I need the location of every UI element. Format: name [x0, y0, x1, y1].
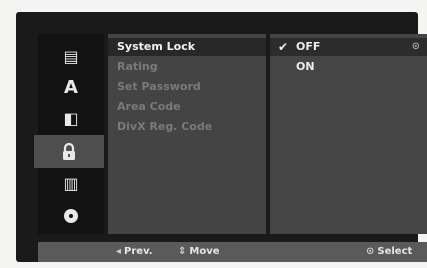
lock-icon	[63, 142, 75, 160]
menu-item-area-code[interactable]: Area Code	[108, 98, 266, 116]
hint-move: ⇕ Move	[178, 242, 220, 262]
option-on[interactable]: ON	[270, 58, 427, 76]
category-others[interactable]: ▥	[38, 167, 104, 200]
hint-select-label: Select	[377, 246, 413, 257]
category-language[interactable]: A	[38, 71, 104, 104]
language-icon: A	[64, 76, 78, 98]
up-down-arrow-icon: ⇕	[178, 246, 187, 257]
audio-icon: ◧	[63, 108, 79, 128]
category-lock[interactable]	[34, 135, 104, 168]
menu-item-system-lock[interactable]: System Lock	[108, 38, 266, 56]
menu-item-divx-reg-code[interactable]: DivX Reg. Code	[108, 118, 266, 136]
option-on-label: ON	[296, 60, 315, 73]
footer-hint-bar: ◂ Prev. ⇕ Move ⊙ Select	[38, 242, 427, 262]
menu-item-rating[interactable]: Rating	[108, 58, 266, 76]
hint-prev-label: Prev.	[124, 246, 153, 257]
hint-move-label: Move	[189, 246, 220, 257]
hint-prev: ◂ Prev.	[116, 242, 153, 262]
disc-settings-icon: ▤	[63, 46, 79, 66]
option-off[interactable]: ✔ OFF ⊙	[270, 38, 427, 56]
category-disc[interactable]	[38, 199, 104, 232]
category-audio[interactable]: ◧	[38, 102, 104, 135]
menu-list: System Lock Rating Set Password Area Cod…	[108, 34, 266, 234]
option-off-label: OFF	[296, 40, 321, 53]
menu-item-set-password[interactable]: Set Password	[108, 78, 266, 96]
select-indicator-icon: ⊙	[411, 41, 420, 52]
left-arrow-icon: ◂	[116, 246, 122, 257]
category-disc-settings[interactable]: ▤	[38, 40, 104, 73]
category-icon-column: ▤ A ◧ ▥	[34, 34, 104, 234]
select-button-icon: ⊙	[366, 246, 375, 257]
hint-select: ⊙ Select	[366, 242, 412, 262]
checkmark-icon: ✔	[278, 40, 289, 54]
setup-menu-screen: ▤ A ◧ ▥ System Lock Rating Set Password …	[16, 12, 427, 262]
disc-icon	[64, 208, 78, 223]
option-list: ✔ OFF ⊙ ON	[270, 34, 427, 234]
film-icon: ▥	[63, 173, 79, 193]
